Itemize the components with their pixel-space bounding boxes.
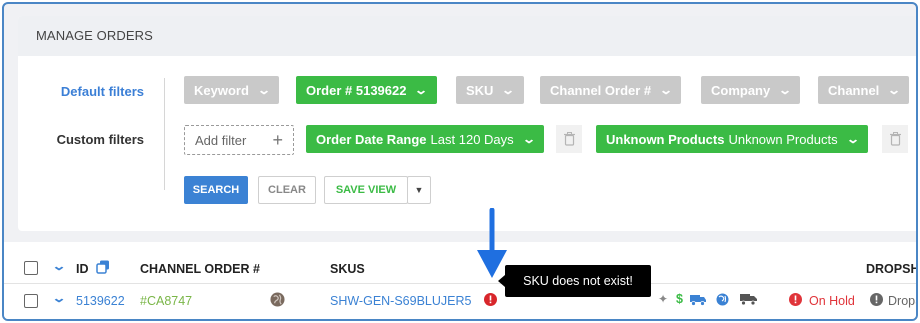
caret-down-icon: ▼ [414, 185, 424, 195]
default-filters-label[interactable]: Default filters [42, 84, 144, 99]
filter-channel[interactable]: Channel ⌄ [818, 76, 910, 104]
row-expand-chevron-icon[interactable]: ⌄ [51, 291, 66, 305]
chevron-down-icon: ⌄ [521, 132, 536, 146]
filter-keyword-label: Keyword [194, 82, 249, 98]
search-button[interactable]: SEARCH [184, 176, 248, 204]
sku-link[interactable]: SHW-GEN-S69BLUJER5 [330, 294, 471, 308]
dropship-value: DropS [888, 294, 916, 308]
chevron-down-icon: ⌄ [501, 83, 516, 97]
error-icon[interactable] [484, 293, 497, 306]
panel-title: MANAGE ORDERS [18, 16, 916, 56]
on-hold-alert-icon [789, 293, 802, 306]
filter-sku-label: SKU [466, 82, 494, 98]
order-status: On Hold [809, 294, 855, 308]
add-filter-label: Add filter [195, 132, 247, 148]
globe-blue-icon [716, 293, 729, 306]
filter-order-number-label: Order # 5139622 [306, 82, 407, 98]
order-id-link[interactable]: 5139622 [76, 294, 125, 308]
chevron-down-icon: ⌄ [659, 83, 674, 97]
column-header-skus[interactable]: SKUS [330, 262, 365, 276]
filter-channel-label: Channel [828, 82, 880, 98]
filters-divider [164, 78, 165, 190]
delete-date-range-filter-button[interactable] [556, 125, 582, 153]
filter-company[interactable]: Company ⌄ [701, 76, 801, 104]
expand-all-chevron-icon[interactable]: ⌄ [51, 259, 66, 273]
plus-icon: + [272, 129, 283, 150]
dollar-icon: $ [676, 292, 683, 306]
chevron-down-icon: ⌄ [414, 83, 429, 97]
filter-keyword[interactable]: Keyword ⌄ [184, 76, 279, 104]
column-header-id[interactable]: ID [76, 262, 89, 276]
save-view-button[interactable]: SAVE VIEW [324, 176, 408, 204]
manage-orders-panel: MANAGE ORDERS Default filters Custom fil… [18, 16, 916, 231]
chevron-down-icon: ⌄ [845, 132, 860, 146]
chevron-down-icon: ⌄ [256, 83, 271, 97]
table-header-row: ⌄ ID CHANNEL ORDER # SKUS DROPSH [4, 254, 916, 284]
sku-error-tooltip: SKU does not exist! [498, 265, 651, 297]
filter-order-date-range-value: Last 120 Days [430, 131, 514, 147]
filter-unknown-products[interactable]: Unknown Products Unknown Products ⌄ [596, 125, 868, 153]
delete-unknown-products-filter-button[interactable] [882, 125, 908, 153]
filter-channel-order-label: Channel Order # [550, 82, 652, 98]
fire-icon: ✦ [658, 292, 669, 306]
trash-icon [563, 132, 575, 146]
table-row: ⌄ 5139622 #CA8747 SHW-GEN-S69BLUJER5 ✦ $ [4, 286, 916, 314]
filter-order-number[interactable]: Order # 5139622 ⌄ [296, 76, 437, 104]
column-header-channel-order[interactable]: CHANNEL ORDER # [140, 262, 260, 276]
chevron-down-icon: ⌄ [887, 83, 902, 97]
app-frame: MANAGE ORDERS Default filters Custom fil… [2, 2, 918, 321]
custom-filters-label: Custom filters [56, 132, 144, 147]
globe-icon [270, 292, 285, 307]
chevron-down-icon: ⌄ [778, 83, 793, 97]
filter-unknown-products-value: Unknown Products [728, 131, 838, 147]
filter-sku[interactable]: SKU ⌄ [456, 76, 524, 104]
copy-icon[interactable] [96, 260, 110, 274]
filter-channel-order[interactable]: Channel Order # ⌄ [540, 76, 682, 104]
orders-table: ⌄ ID CHANNEL ORDER # SKUS DROPSH ⌄ 51396… [4, 242, 916, 319]
add-filter-button[interactable]: Add filter + [184, 125, 294, 155]
clear-button[interactable]: CLEAR [258, 176, 316, 204]
save-view-dropdown-button[interactable]: ▼ [407, 176, 431, 204]
filter-order-date-range[interactable]: Order Date Range Last 120 Days ⌄ [306, 125, 544, 153]
select-all-checkbox[interactable] [24, 261, 38, 275]
filter-company-label: Company [711, 82, 771, 98]
filter-order-date-range-name: Order Date Range [316, 131, 427, 147]
info-icon [870, 293, 883, 306]
filter-unknown-products-name: Unknown Products [606, 131, 725, 147]
trash-icon [889, 132, 901, 146]
truck-icon [690, 295, 706, 306]
dropship-truck-icon [740, 294, 757, 306]
row-select-checkbox[interactable] [24, 294, 38, 308]
channel-order-number: #CA8747 [140, 294, 193, 308]
column-header-dropship[interactable]: DROPSH [866, 262, 916, 276]
